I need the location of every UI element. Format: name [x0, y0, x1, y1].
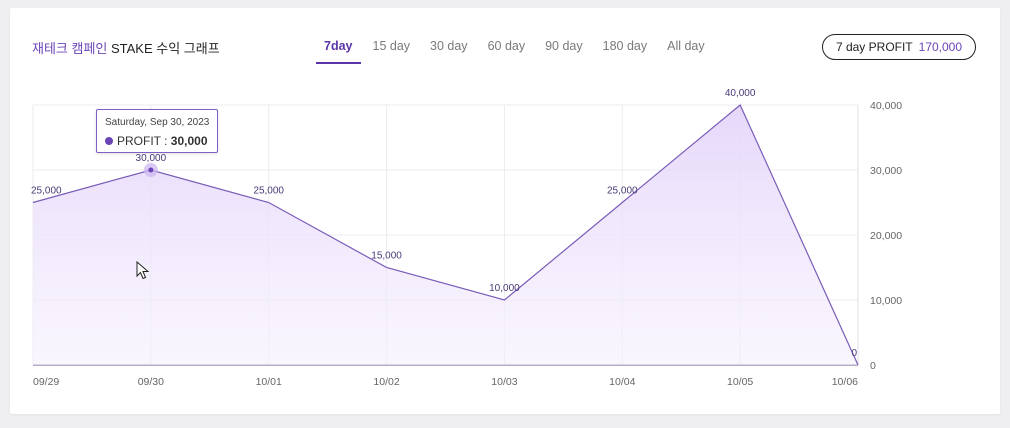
x-tick-label: 09/30: [138, 376, 164, 388]
tooltip-separator: :: [160, 134, 171, 148]
y-tick-label: 40,000: [870, 100, 902, 112]
x-tick-label: 10/06: [832, 376, 858, 388]
tooltip-series-name: PROFIT: [117, 134, 161, 148]
highlight-point: [148, 167, 154, 173]
tooltip-date: Saturday, Sep 30, 2023: [105, 117, 210, 128]
y-tick-label: 20,000: [870, 230, 902, 242]
profit-area-chart[interactable]: 25,000 30,000 25,000 15,000 10,000 25,000 40,0…: [0, 0, 1010, 428]
y-axis-ticks: 0 10,000 20,000 30,000 40,000: [870, 100, 902, 372]
data-label: 10,000: [489, 283, 520, 294]
data-label: 25,000: [253, 186, 284, 197]
mouse-cursor-icon: [136, 261, 150, 280]
data-points: [143, 163, 158, 177]
data-label: 30,000: [136, 153, 167, 164]
data-label: 40,000: [725, 88, 756, 99]
data-label: 25,000: [607, 186, 638, 197]
y-tick-label: 30,000: [870, 165, 902, 177]
data-label: 25,000: [31, 186, 62, 197]
x-tick-label: 10/04: [609, 376, 635, 388]
y-tick-label: 10,000: [870, 295, 902, 307]
data-label: 15,000: [371, 251, 402, 262]
x-tick-label: 10/01: [256, 376, 282, 388]
chart-tooltip: Saturday, Sep 30, 2023 PROFIT : 30,000: [96, 109, 218, 153]
tooltip-row: PROFIT : 30,000: [105, 134, 208, 148]
x-axis-ticks: 09/29 09/30 10/01 10/02 10/03 10/04 10/05 10/06: [33, 376, 858, 388]
x-tick-label: 10/02: [373, 376, 399, 388]
x-tick-label: 10/03: [491, 376, 517, 388]
y-tick-label: 0: [870, 360, 876, 372]
tooltip-value: 30,000: [170, 134, 208, 148]
x-tick-label: 10/05: [727, 376, 753, 388]
tooltip-series-dot: [105, 137, 113, 145]
x-tick-label: 09/29: [33, 376, 59, 388]
data-label: 0: [851, 348, 857, 359]
